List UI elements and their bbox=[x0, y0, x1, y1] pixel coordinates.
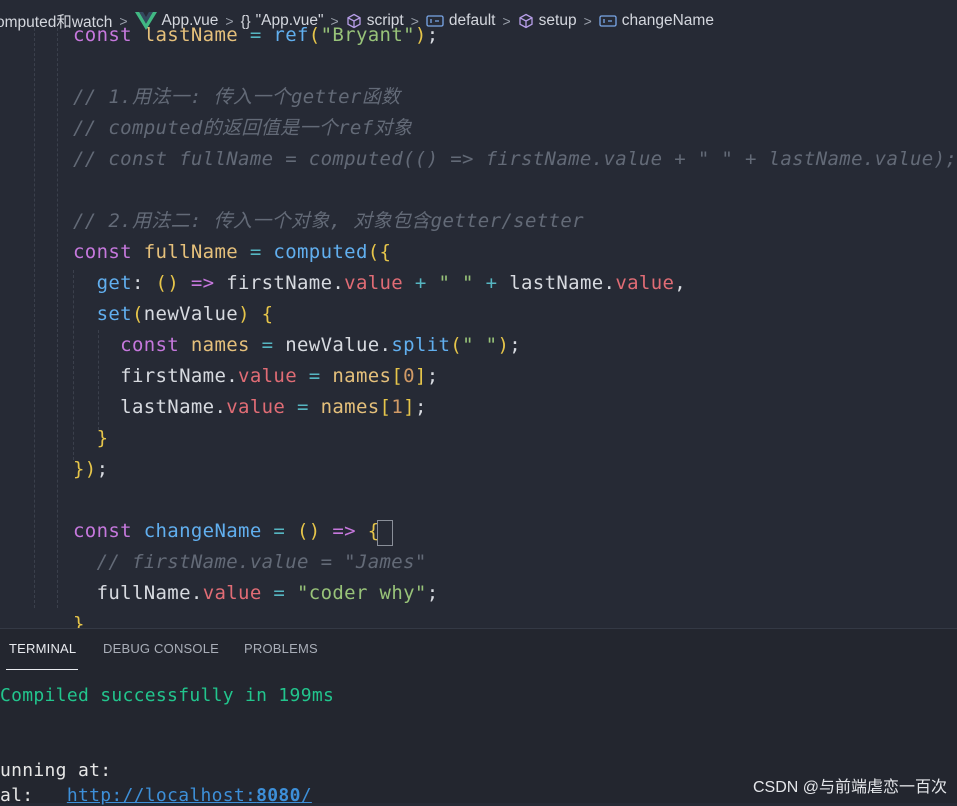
code-line: firstName.value = names[0]; bbox=[120, 365, 439, 387]
code-line: // 1.用法一: 传入一个getter函数 bbox=[73, 86, 401, 108]
breadcrumb: omputed和watch > App.vue > {} "App.vue" > script… bbox=[0, 8, 957, 34]
chevron-right-icon: > bbox=[410, 13, 419, 29]
watermark-text: CSDN @与前端虐恋一百次 bbox=[752, 779, 947, 796]
terminal-line: unning at: bbox=[0, 760, 112, 781]
code-line: // firstName.value = "James" bbox=[96, 551, 427, 573]
breadcrumb-label: omputed和watch bbox=[0, 14, 113, 31]
code-line: // 2.用法二: 传入一个对象, 对象包含getter/setter bbox=[73, 210, 584, 232]
code-line: // computed的返回值是一个ref对象 bbox=[73, 117, 413, 139]
breadcrumb-item[interactable]: default bbox=[426, 12, 496, 30]
breadcrumb-item[interactable]: changeName bbox=[599, 12, 714, 30]
code-line: lastName.value = names[1]; bbox=[120, 396, 427, 418]
code-line: const names = newValue.split(" "); bbox=[120, 334, 522, 356]
terminal-line: Compiled successfully in 199ms bbox=[0, 685, 335, 706]
breadcrumb-item[interactable]: omputed和watch bbox=[0, 10, 112, 32]
chevron-right-icon: > bbox=[583, 13, 592, 29]
code-line: fullName.value = "coder why"; bbox=[96, 582, 439, 604]
terminal-line: al: http://localhost:8080/ bbox=[0, 785, 312, 806]
chevron-right-icon: > bbox=[502, 13, 511, 29]
braces-icon: {} bbox=[240, 12, 251, 30]
code-line: } bbox=[73, 613, 85, 628]
chevron-right-icon: > bbox=[330, 13, 339, 29]
code-line: // const fullName = computed(() => first… bbox=[73, 148, 957, 170]
indent-guide bbox=[57, 28, 59, 608]
code-line: const fullName = computed({ bbox=[73, 241, 392, 263]
bracket-match-highlight bbox=[377, 520, 393, 546]
indent-guide bbox=[73, 270, 75, 460]
breadcrumb-item[interactable]: setup bbox=[518, 12, 577, 30]
field-icon bbox=[599, 14, 617, 28]
code-line: }); bbox=[73, 458, 109, 480]
cube-icon bbox=[518, 13, 534, 29]
breadcrumb-item[interactable]: {} "App.vue" bbox=[241, 12, 324, 30]
breadcrumb-label: changeName bbox=[621, 12, 714, 29]
field-icon bbox=[426, 14, 444, 28]
breadcrumb-label: default bbox=[448, 12, 496, 29]
code-line: const changeName = () => { bbox=[73, 520, 380, 542]
indent-guide bbox=[34, 28, 36, 608]
code-line: get: () => firstName.value + " " + lastN… bbox=[96, 272, 687, 294]
breadcrumb-label: App.vue bbox=[161, 12, 219, 29]
breadcrumb-item[interactable]: script bbox=[346, 12, 404, 30]
chevron-right-icon: > bbox=[119, 13, 128, 29]
bottom-panel: TERMINAL DEBUG CONSOLE PROBLEMS Compiled… bbox=[0, 628, 957, 806]
breadcrumb-item[interactable]: App.vue bbox=[134, 12, 219, 30]
tab-debug-console[interactable]: DEBUG CONSOLE bbox=[103, 641, 219, 656]
code-line: set(newValue) { bbox=[96, 303, 274, 325]
tab-terminal[interactable]: TERMINAL bbox=[9, 641, 76, 656]
indent-guide bbox=[98, 330, 100, 430]
chevron-right-icon: > bbox=[225, 13, 234, 29]
localhost-link[interactable]: http://localhost:8080/ bbox=[67, 785, 312, 806]
breadcrumb-label: "App.vue" bbox=[255, 12, 324, 29]
breadcrumb-label: script bbox=[366, 12, 404, 29]
tab-problems[interactable]: PROBLEMS bbox=[244, 641, 318, 656]
breadcrumb-label: setup bbox=[538, 12, 577, 29]
active-tab-indicator bbox=[6, 669, 78, 670]
code-line: } bbox=[96, 427, 109, 449]
vue-logo-icon bbox=[134, 12, 157, 30]
code-editor[interactable]: const lastName = ref("Bryant");// 1.用法一:… bbox=[0, 0, 957, 628]
cube-icon bbox=[346, 13, 362, 29]
